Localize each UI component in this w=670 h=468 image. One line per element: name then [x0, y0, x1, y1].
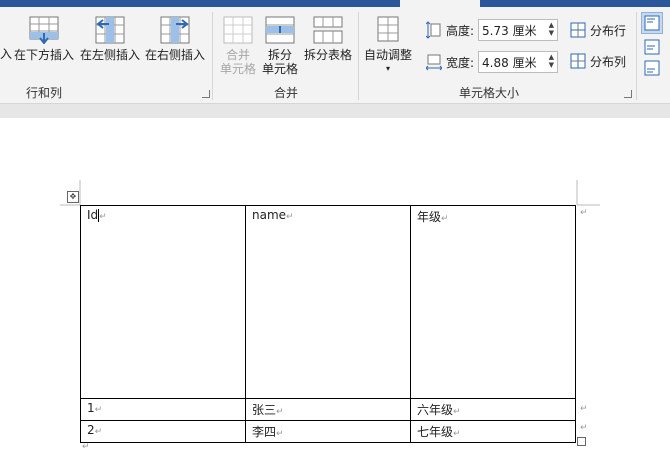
cell-end-mark: ↵	[453, 429, 461, 439]
distribute-rows-button[interactable]: 分布行	[570, 20, 626, 40]
merge-cells-label-2: 单元格	[220, 62, 257, 76]
cell-size-launcher-icon[interactable]	[624, 90, 632, 98]
width-spinner-icon[interactable]: ▲ ▼	[549, 53, 554, 69]
ribbon: 入 在下方插入 在左侧插入 在右侧插入 行和列 合并 单元格 拆分 单元格 拆分…	[0, 0, 670, 104]
row-height-icon	[426, 21, 441, 39]
merge-cells-label-1: 合并	[226, 48, 251, 62]
cell-text: 年级	[417, 210, 442, 224]
cell-end-mark: ↵	[453, 407, 461, 417]
distribute-rows-icon	[570, 22, 586, 38]
cell-end-mark: ↵	[286, 212, 294, 222]
split-cells-button[interactable]: 拆分 单元格	[262, 16, 298, 76]
height-input[interactable]: 5.73 厘米 ▲ ▼	[478, 19, 559, 41]
title-bar-strip	[0, 0, 670, 7]
group-divider	[358, 12, 359, 100]
cell-end-mark: ↵	[441, 214, 449, 224]
cell-text: 1	[87, 401, 95, 415]
insert-left-label: 在左侧插入	[80, 48, 141, 62]
cell-end-mark: ↵	[94, 405, 103, 415]
split-table-label: 拆分表格	[304, 48, 353, 62]
autofit-icon	[377, 16, 399, 42]
distribute-cols-icon	[570, 53, 586, 69]
table-cell[interactable]: 2↵	[80, 420, 246, 443]
height-control: 高度: 5.73 厘米 ▲ ▼	[426, 19, 559, 41]
cell-end-mark: ↵	[276, 407, 284, 417]
group-divider	[212, 12, 213, 100]
merge-cells-icon	[223, 16, 253, 44]
insert-left-icon	[95, 16, 125, 44]
table-cell[interactable]: 六年级↵	[410, 398, 576, 421]
width-control: 宽度: 4.88 厘米 ▲ ▼	[426, 51, 559, 73]
align-top-left-button[interactable]	[641, 12, 663, 34]
cell-text: 六年级	[417, 403, 454, 417]
row-end-mark: ↵	[580, 208, 588, 218]
split-table-icon	[313, 16, 343, 44]
table-row: 1↵ 张三↵ 六年级↵	[80, 398, 576, 421]
table-cell[interactable]: 张三↵	[245, 398, 411, 421]
insert-below-button[interactable]: 在下方插入	[14, 16, 74, 62]
width-value: 4.88 厘米	[482, 55, 537, 70]
table-cell[interactable]: 年级↵	[410, 205, 576, 399]
insert-left-button[interactable]: 在左侧插入	[80, 16, 140, 62]
cell-text: 张三	[252, 403, 277, 417]
align-bottom-left-icon	[644, 60, 660, 76]
cell-text: name	[252, 208, 287, 222]
merge-cells-button[interactable]: 合并 单元格	[220, 16, 256, 76]
cell-end-mark: ↵	[276, 429, 284, 439]
distribute-rows-label: 分布行	[590, 23, 627, 38]
height-value: 5.73 厘米	[482, 23, 537, 38]
active-tab-indicator	[400, 0, 480, 7]
cell-end-mark: ↵	[94, 427, 103, 437]
table-cell[interactable]: 1↵	[80, 398, 246, 421]
table-resize-handle-icon[interactable]	[577, 437, 586, 446]
table-cell[interactable]: 李四↵	[245, 420, 411, 443]
group-label-rows-cols: 行和列	[26, 86, 63, 100]
align-center-left-icon	[644, 39, 660, 55]
group-divider	[636, 12, 637, 100]
table-row: Id↵ name↵ 年级↵	[80, 205, 576, 399]
autofit-label: 自动调整	[364, 48, 413, 62]
insert-above-button[interactable]: 入	[0, 47, 12, 61]
insert-right-icon	[160, 16, 190, 44]
cell-text: 七年级	[417, 425, 454, 439]
table-move-handle-icon[interactable]: ✥	[67, 191, 79, 203]
paragraph-mark: ↵	[82, 442, 90, 452]
align-center-left-button[interactable]	[642, 37, 662, 57]
cell-text: Id	[87, 208, 99, 222]
dropdown-arrow-icon: ▾	[386, 64, 391, 73]
group-label-cell-size: 单元格大小	[459, 86, 520, 100]
insert-below-icon	[29, 16, 59, 44]
split-cells-label-2: 单元格	[262, 62, 299, 76]
split-cells-icon	[265, 16, 295, 44]
insert-above-label: 入	[0, 47, 13, 61]
table-cell[interactable]: 七年级↵	[410, 420, 576, 443]
width-input[interactable]: 4.88 厘米 ▲ ▼	[478, 51, 559, 73]
height-spinner-icon[interactable]: ▲ ▼	[549, 21, 554, 37]
document-table: Id↵ name↵ 年级↵ 1↵ 张三↵ 六年级↵ 2↵ 李四↵ 七年级↵	[80, 205, 576, 443]
distribute-cols-label: 分布列	[590, 54, 627, 69]
rows-cols-launcher-icon[interactable]	[202, 90, 210, 98]
row-end-mark: ↵	[580, 423, 588, 433]
width-label: 宽度:	[446, 55, 475, 70]
align-bottom-left-button[interactable]	[642, 58, 662, 78]
table-row: 2↵ 李四↵ 七年级↵	[80, 420, 576, 443]
table-cell[interactable]: Id↵	[80, 205, 246, 399]
align-top-left-icon	[644, 15, 660, 31]
insert-right-button[interactable]: 在右侧插入	[145, 16, 205, 62]
split-table-button[interactable]: 拆分表格	[304, 16, 352, 62]
cell-end-mark: ↵	[99, 212, 107, 222]
cell-text: 2	[87, 423, 95, 437]
table-cell[interactable]: name↵	[245, 205, 411, 399]
autofit-button[interactable]: 自动调整 ▾	[364, 16, 412, 76]
distribute-cols-button[interactable]: 分布列	[570, 51, 626, 71]
column-width-icon	[426, 54, 442, 71]
group-label-merge: 合并	[274, 86, 299, 100]
row-end-mark: ↵	[580, 404, 588, 414]
insert-below-label: 在下方插入	[14, 48, 75, 62]
insert-right-label: 在右侧插入	[145, 48, 206, 62]
height-label: 高度:	[446, 23, 475, 38]
split-cells-label-1: 拆分	[268, 48, 293, 62]
cell-text: 李四	[252, 425, 277, 439]
